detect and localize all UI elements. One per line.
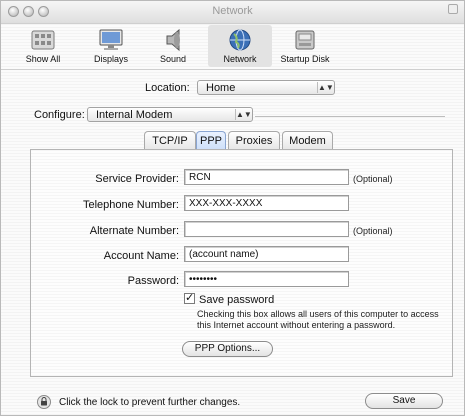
toolbar-show-all[interactable]: Show All xyxy=(11,25,75,67)
network-preferences-window: Network Show All Displays Sound Network … xyxy=(0,0,465,416)
lock-message: Click the lock to prevent further change… xyxy=(59,397,241,408)
toolbar-label: Startup Disk xyxy=(280,54,330,64)
tab-modem[interactable]: Modem xyxy=(282,131,333,149)
optional-note: (Optional) xyxy=(353,174,393,184)
service-provider-field[interactable]: RCN xyxy=(184,169,349,185)
save-password-label[interactable]: Save password xyxy=(199,294,274,306)
toolbar-label: Sound xyxy=(159,54,187,64)
alternate-number-field[interactable] xyxy=(184,221,349,237)
optional-note: (Optional) xyxy=(353,226,393,236)
toolbar-network[interactable]: Network xyxy=(208,25,272,67)
popup-arrows-icon: ▲▼ xyxy=(317,82,334,93)
startup-disk-icon xyxy=(295,30,315,50)
configure-label: Configure: xyxy=(34,109,85,121)
configure-value: Internal Modem xyxy=(96,109,173,121)
save-button[interactable]: Save xyxy=(365,393,443,409)
account-name-field[interactable]: (account name) xyxy=(184,246,349,262)
tab-proxies[interactable]: Proxies xyxy=(228,131,280,149)
show-all-icon xyxy=(31,30,55,50)
location-popup[interactable]: Home ▲▼ xyxy=(197,80,335,95)
displays-icon xyxy=(99,29,123,50)
toolbar-startup-disk[interactable]: Startup Disk xyxy=(273,25,337,67)
configure-popup[interactable]: Internal Modem ▲▼ xyxy=(87,107,253,122)
divider xyxy=(255,116,445,117)
save-password-hint: Checking this box allows all users of th… xyxy=(197,309,439,330)
preferences-toolbar: Show All Displays Sound Network Startup … xyxy=(1,23,464,70)
network-globe-icon xyxy=(229,29,251,51)
toolbar-label: Show All xyxy=(25,54,61,64)
toolbar-label: Network xyxy=(223,54,257,64)
toolbar-label: Displays xyxy=(93,54,128,64)
title-bar: Network xyxy=(1,1,464,24)
tab-ppp[interactable]: PPP xyxy=(196,131,226,149)
toolbar-displays[interactable]: Displays xyxy=(79,25,143,67)
toolbar-toggle-button[interactable] xyxy=(448,4,458,14)
password-label: Password: xyxy=(127,275,179,287)
save-password-checkbox[interactable]: ✓ xyxy=(184,293,195,304)
location-label: Location: xyxy=(145,82,190,94)
service-provider-label: Service Provider: xyxy=(95,173,179,185)
tab-tcpip[interactable]: TCP/IP xyxy=(144,131,196,149)
location-value: Home xyxy=(206,82,236,94)
ppp-options-button[interactable]: PPP Options... xyxy=(182,341,273,357)
window-title: Network xyxy=(212,5,253,17)
lock-icon[interactable] xyxy=(37,395,51,409)
telephone-number-label: Telephone Number: xyxy=(82,199,179,211)
toolbar-sound[interactable]: Sound xyxy=(141,25,205,67)
telephone-number-field[interactable]: XXX-XXX-XXXX xyxy=(184,195,349,211)
password-field[interactable]: •••••••• xyxy=(184,271,349,287)
alternate-number-label: Alternate Number: xyxy=(89,225,179,237)
account-name-label: Account Name: xyxy=(103,250,179,262)
sound-icon xyxy=(166,28,180,52)
popup-arrows-icon: ▲▼ xyxy=(235,109,252,120)
